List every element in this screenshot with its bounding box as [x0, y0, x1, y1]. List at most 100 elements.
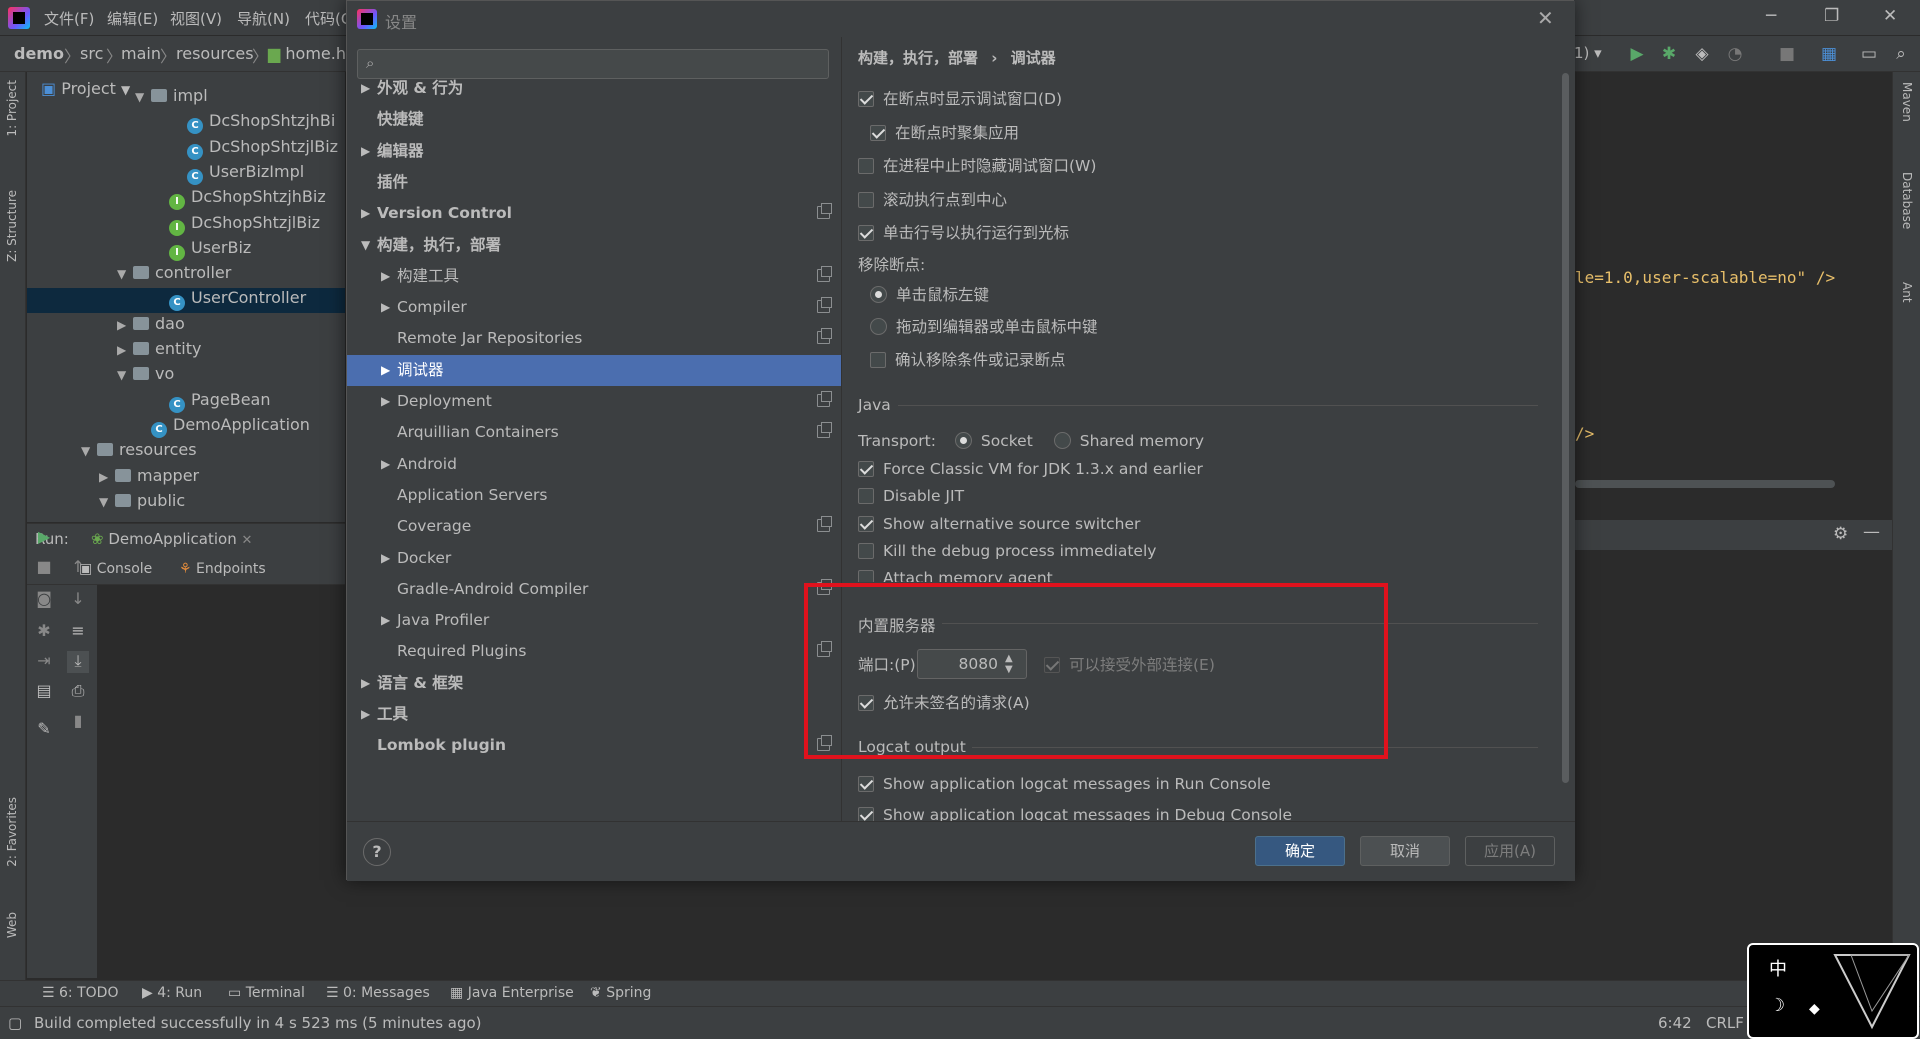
- collapsed-arrow-icon[interactable]: ▶: [117, 318, 133, 332]
- expanded-arrow-icon[interactable]: ▼: [361, 230, 370, 261]
- menu-edit[interactable]: 编辑(E): [107, 8, 158, 29]
- logcat-run-option[interactable]: Show application logcat messages in Run …: [858, 774, 1271, 794]
- transport-socket-radio[interactable]: [954, 432, 972, 449]
- collapsed-arrow-icon[interactable]: ▶: [361, 73, 370, 104]
- tool-tab-database[interactable]: Database: [1900, 172, 1914, 229]
- rerun-icon[interactable]: ▶: [33, 527, 55, 549]
- caret-position[interactable]: 6:42: [1658, 1014, 1692, 1032]
- remove-left-click-radio[interactable]: [870, 286, 887, 303]
- tree-item[interactable]: ▶ dao: [27, 314, 345, 339]
- breadcrumb-project[interactable]: demo: [14, 44, 64, 63]
- settings-item[interactable]: ▶ 调试器: [347, 354, 841, 386]
- settings-item[interactable]: ▶ Docker: [347, 543, 841, 574]
- tree-item[interactable]: C DemoApplication: [27, 415, 345, 440]
- alt-source-option[interactable]: Show alternative source switcher: [858, 514, 1140, 534]
- confirm-remove-option[interactable]: 确认移除条件或记录断点: [870, 350, 1066, 370]
- settings-item[interactable]: 快捷键: [347, 104, 841, 135]
- ime-widget[interactable]: 中 ☽ ◆: [1747, 943, 1919, 1039]
- attach-memory-option[interactable]: Attach memory agent: [858, 568, 1053, 582]
- collapsed-arrow-icon[interactable]: ▶: [381, 449, 390, 480]
- click-line-run-option[interactable]: 单击行号以执行运行到光标: [858, 223, 1069, 243]
- settings-item[interactable]: ▶ 工具: [347, 699, 841, 730]
- expanded-arrow-icon[interactable]: ▼: [117, 368, 133, 382]
- trash-icon[interactable]: ▮: [67, 711, 89, 733]
- collapsed-arrow-icon[interactable]: ▶: [381, 261, 390, 292]
- settings-item[interactable]: 插件: [347, 167, 841, 198]
- tree-item[interactable]: ▶ mapper: [27, 466, 345, 491]
- attach-memory-checkbox[interactable]: [858, 570, 874, 582]
- alt-source-checkbox[interactable]: [858, 516, 874, 532]
- run-config-selector[interactable]: 1) ▾: [1574, 44, 1602, 62]
- hide-debug-window-checkbox[interactable]: [858, 158, 874, 174]
- run-icon[interactable]: ▶: [1626, 44, 1648, 66]
- focus-app-option[interactable]: 在断点时聚集应用: [870, 123, 1019, 143]
- tree-item[interactable]: ▼ controller: [27, 263, 345, 288]
- tree-item[interactable]: I UserBiz: [27, 238, 345, 263]
- transport-shared-option[interactable]: Shared memory: [1053, 432, 1204, 450]
- expanded-arrow-icon[interactable]: ▼: [135, 90, 151, 104]
- settings-item[interactable]: ▶ Version Control: [347, 198, 841, 229]
- kill-debug-option[interactable]: Kill the debug process immediately: [858, 541, 1156, 561]
- restore-icon[interactable]: ❐: [1824, 6, 1839, 26]
- settings-item[interactable]: Gradle-Android Compiler: [347, 574, 841, 605]
- scroll-center-checkbox[interactable]: [858, 192, 874, 208]
- project-structure-icon[interactable]: ▦: [1818, 44, 1840, 66]
- collapsed-arrow-icon[interactable]: ▶: [381, 605, 390, 636]
- bug-icon[interactable]: ✱: [33, 621, 55, 643]
- apply-button[interactable]: 应用(A): [1465, 836, 1555, 866]
- disable-jit-checkbox[interactable]: [858, 488, 874, 504]
- gear-icon[interactable]: ⚙: [1833, 524, 1848, 544]
- tree-item[interactable]: ▼ public: [27, 491, 345, 516]
- breadcrumb-file[interactable]: ▆ home.h: [268, 44, 346, 63]
- bottom-tab-run[interactable]: ▶ 4: Run: [142, 985, 202, 1001]
- click-line-run-checkbox[interactable]: [858, 225, 874, 241]
- layout-icon[interactable]: ▭: [1858, 44, 1880, 66]
- settings-item[interactable]: Application Servers: [347, 480, 841, 511]
- breadcrumb-src[interactable]: src: [80, 44, 103, 63]
- code-editor[interactable]: le=1.0,user-scalable=no" /> />: [1575, 108, 1892, 488]
- settings-item[interactable]: ▶ Compiler: [347, 292, 841, 323]
- status-message[interactable]: Build completed successfully in 4 s 523 …: [34, 1014, 482, 1032]
- settings-item[interactable]: ▶ Deployment: [347, 386, 841, 417]
- tool-tab-project[interactable]: 1: Project: [5, 80, 19, 137]
- cancel-button[interactable]: 取消: [1360, 836, 1450, 866]
- menu-file[interactable]: 文件(F): [44, 8, 94, 29]
- dialog-title-bar[interactable]: 设置 ✕: [347, 1, 1575, 37]
- expanded-arrow-icon[interactable]: ▼: [81, 444, 97, 458]
- logcat-debug-checkbox[interactable]: [858, 807, 874, 821]
- tool-tab-maven[interactable]: Maven: [1900, 82, 1914, 122]
- collapsed-arrow-icon[interactable]: ▶: [381, 292, 390, 323]
- settings-item[interactable]: ▶ Android: [347, 449, 841, 480]
- logcat-run-checkbox[interactable]: [858, 776, 874, 792]
- settings-item[interactable]: Lombok plugin: [347, 730, 841, 761]
- login-icon[interactable]: ⇥: [33, 651, 55, 673]
- profile-icon[interactable]: ◔: [1724, 44, 1746, 66]
- expanded-arrow-icon[interactable]: ▼: [117, 267, 133, 281]
- line-separator[interactable]: CRLF: [1706, 1014, 1744, 1032]
- bottom-tab-messages[interactable]: ☰ 0: Messages: [326, 985, 430, 1001]
- tree-item[interactable]: I DcShopShtzjlBiz: [27, 213, 345, 238]
- bottom-tab-terminal[interactable]: ▭ Terminal: [228, 985, 305, 1001]
- transport-shared-radio[interactable]: [1053, 432, 1071, 449]
- tree-item[interactable]: C PageBean: [27, 390, 345, 415]
- settings-item[interactable]: Arquillian Containers: [347, 417, 841, 448]
- focus-app-checkbox[interactable]: [870, 125, 886, 141]
- tree-item[interactable]: C UserController: [27, 288, 345, 314]
- tree-item[interactable]: ▼ vo: [27, 364, 345, 389]
- force-classic-vm-checkbox[interactable]: [858, 461, 874, 477]
- show-debug-window-checkbox[interactable]: [858, 91, 874, 107]
- console-tab[interactable]: ▣ Console: [79, 561, 152, 577]
- tree-item[interactable]: ▼ impl: [27, 86, 345, 111]
- expanded-arrow-icon[interactable]: ▼: [99, 495, 115, 509]
- collapsed-arrow-icon[interactable]: ▶: [381, 386, 390, 417]
- pin-icon[interactable]: ✎: [33, 719, 55, 741]
- breadcrumb-main[interactable]: main: [121, 44, 161, 63]
- collapsed-arrow-icon[interactable]: ▶: [361, 668, 370, 699]
- collapsed-arrow-icon[interactable]: ▶: [117, 343, 133, 357]
- close-icon[interactable]: ✕: [1883, 6, 1897, 26]
- settings-item[interactable]: ▶ 编辑器: [347, 136, 841, 167]
- scroll-center-option[interactable]: 滚动执行点到中心: [858, 190, 1007, 210]
- run-tab-demoapplication[interactable]: ❀ DemoApplication ✕: [91, 530, 252, 548]
- logcat-debug-option[interactable]: Show application logcat messages in Debu…: [858, 805, 1292, 821]
- up-icon[interactable]: ↑: [67, 557, 89, 579]
